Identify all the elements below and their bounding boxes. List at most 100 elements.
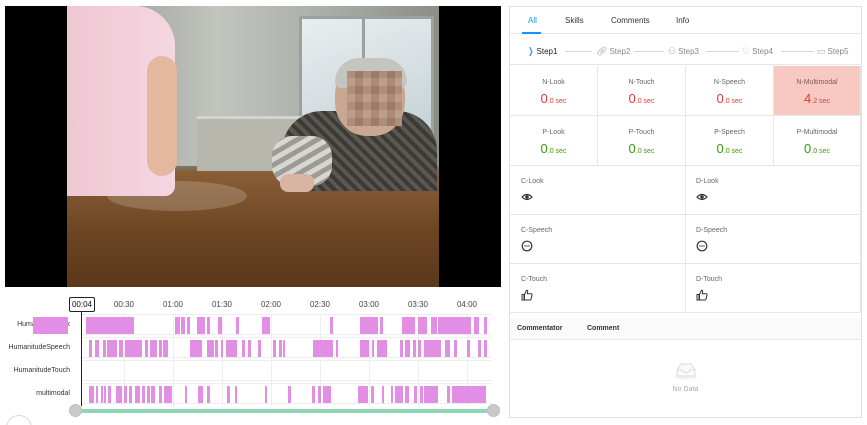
- annotation-segment[interactable]: [478, 340, 481, 357]
- track-speech[interactable]: [82, 337, 492, 358]
- annotation-segment[interactable]: [207, 386, 210, 403]
- annotation-segment[interactable]: [424, 340, 441, 357]
- annotation-segment[interactable]: [207, 317, 210, 334]
- step-5[interactable]: ▭ Step5: [817, 46, 848, 57]
- annotation-segment[interactable]: [33, 317, 68, 334]
- annotation-segment[interactable]: [248, 340, 251, 357]
- step-2[interactable]: 🔗︎ Step2: [596, 46, 630, 57]
- annotation-segment[interactable]: [159, 340, 162, 357]
- annotation-segment[interactable]: [96, 386, 98, 403]
- annotation-segment[interactable]: [181, 317, 185, 334]
- annotation-segment[interactable]: [119, 340, 123, 357]
- annotation-segment[interactable]: [358, 386, 368, 403]
- annotation-segment[interactable]: [89, 386, 94, 403]
- track-touch[interactable]: [82, 360, 492, 381]
- annotation-segment[interactable]: [380, 317, 383, 334]
- annotation-segment[interactable]: [147, 386, 150, 403]
- annotation-segment[interactable]: [215, 340, 218, 357]
- annotation-segment[interactable]: [418, 340, 421, 357]
- tab-comments[interactable]: Comments: [611, 16, 650, 25]
- annotation-segment[interactable]: [318, 386, 321, 403]
- annotation-segment[interactable]: [424, 386, 438, 403]
- annotation-segment[interactable]: [447, 386, 450, 403]
- seek-slider-start-handle[interactable]: [69, 404, 82, 417]
- speech-bubble-icon[interactable]: [521, 240, 533, 252]
- annotation-segment[interactable]: [235, 386, 237, 403]
- annotation-segment[interactable]: [414, 386, 417, 403]
- annotation-segment[interactable]: [86, 317, 134, 334]
- annotation-segment[interactable]: [258, 340, 261, 357]
- annotation-segment[interactable]: [226, 340, 237, 357]
- annotation-segment[interactable]: [145, 340, 148, 357]
- annotation-segment[interactable]: [95, 340, 99, 357]
- annotation-segment[interactable]: [288, 386, 291, 403]
- annotation-segment[interactable]: [262, 317, 270, 334]
- annotation-segment[interactable]: [265, 386, 267, 403]
- annotation-segment[interactable]: [484, 317, 487, 334]
- annotation-segment[interactable]: [207, 340, 214, 357]
- track-multimodal[interactable]: [82, 383, 492, 404]
- annotation-segment[interactable]: [420, 386, 423, 403]
- annotation-segment[interactable]: [190, 340, 202, 357]
- annotation-segment[interactable]: [323, 386, 331, 403]
- annotation-segment[interactable]: [101, 386, 103, 403]
- annotation-segment[interactable]: [236, 317, 239, 334]
- annotation-segment[interactable]: [474, 317, 479, 334]
- annotation-segment[interactable]: [159, 386, 162, 403]
- annotation-segment[interactable]: [484, 340, 487, 357]
- annotation-segment[interactable]: [372, 340, 374, 357]
- tab-skills[interactable]: Skills: [565, 16, 584, 25]
- annotation-segment[interactable]: [242, 340, 245, 357]
- annotation-segment[interactable]: [445, 340, 450, 357]
- annotation-segment[interactable]: [395, 386, 403, 403]
- annotation-segment[interactable]: [185, 386, 187, 403]
- playhead[interactable]: [81, 312, 82, 406]
- annotation-segment[interactable]: [89, 340, 92, 357]
- annotation-segment[interactable]: [438, 317, 471, 334]
- annotation-segment[interactable]: [107, 340, 117, 357]
- track-look[interactable]: [33, 314, 492, 335]
- annotation-segment[interactable]: [467, 340, 470, 357]
- annotation-segment[interactable]: [168, 386, 172, 403]
- annotation-segment[interactable]: [313, 340, 333, 357]
- eye-icon[interactable]: [521, 191, 533, 203]
- annotation-segment[interactable]: [124, 386, 127, 403]
- annotation-segment[interactable]: [405, 340, 410, 357]
- annotation-segment[interactable]: [405, 386, 409, 403]
- annotation-segment[interactable]: [452, 386, 486, 403]
- annotation-segment[interactable]: [151, 386, 155, 403]
- annotation-segment[interactable]: [360, 317, 378, 334]
- annotation-segment[interactable]: [175, 317, 180, 334]
- annotation-segment[interactable]: [402, 317, 415, 334]
- annotation-segment[interactable]: [150, 340, 157, 357]
- seek-slider-track[interactable]: [75, 409, 494, 413]
- annotation-segment[interactable]: [360, 340, 369, 357]
- annotation-segment[interactable]: [198, 386, 203, 403]
- annotation-segment[interactable]: [431, 317, 437, 334]
- annotation-segment[interactable]: [382, 386, 384, 403]
- annotation-segment[interactable]: [197, 317, 205, 334]
- eye-icon[interactable]: [696, 191, 708, 203]
- annotation-segment[interactable]: [377, 340, 387, 357]
- annotation-segment[interactable]: [129, 386, 132, 403]
- annotation-segment[interactable]: [104, 386, 106, 403]
- current-time-marker[interactable]: 00:04: [69, 297, 95, 312]
- speech-bubble-icon[interactable]: [696, 240, 708, 252]
- step-1[interactable]: ❭ Step1: [527, 46, 557, 57]
- annotation-segment[interactable]: [279, 340, 282, 357]
- tab-all[interactable]: All: [528, 16, 537, 25]
- annotation-segment[interactable]: [187, 317, 190, 334]
- annotation-segment[interactable]: [227, 386, 230, 403]
- annotation-segment[interactable]: [413, 340, 416, 357]
- annotation-segment[interactable]: [391, 386, 393, 403]
- annotation-segment[interactable]: [273, 340, 276, 357]
- video-player[interactable]: [5, 6, 501, 287]
- annotation-segment[interactable]: [116, 386, 122, 403]
- annotation-segment[interactable]: [221, 340, 223, 357]
- annotation-segment[interactable]: [312, 386, 315, 403]
- annotation-segment[interactable]: [336, 340, 338, 357]
- thumbs-up-icon[interactable]: [696, 289, 708, 301]
- annotation-segment[interactable]: [218, 317, 222, 334]
- annotation-segment[interactable]: [400, 340, 403, 357]
- annotation-segment[interactable]: [283, 340, 285, 357]
